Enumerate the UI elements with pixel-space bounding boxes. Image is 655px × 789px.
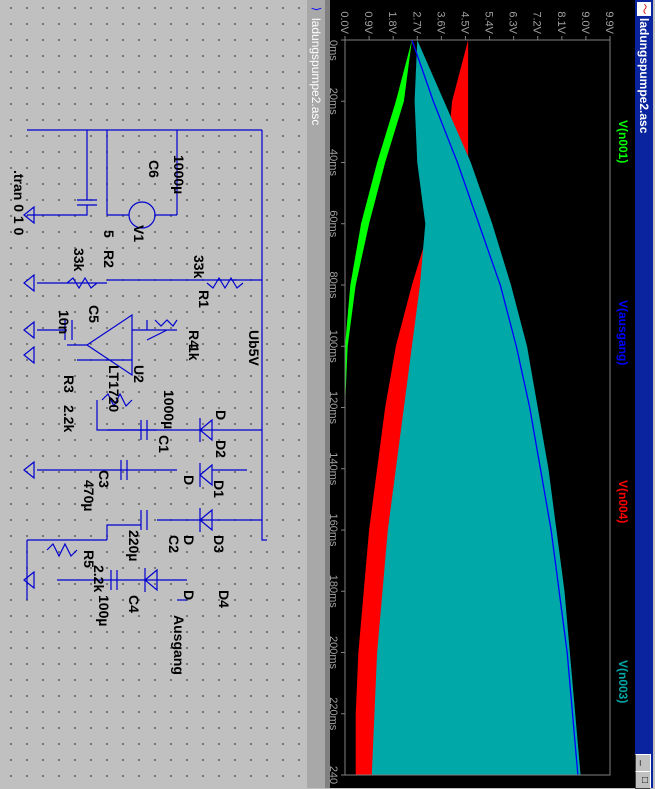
spice-directive-tran: .tran 0 1 0 xyxy=(11,170,27,236)
y-tick-label: 9.0V xyxy=(579,11,591,34)
label-v1-value: 5 xyxy=(101,230,117,238)
label-c4: C4 xyxy=(126,595,142,613)
y-tick-label: 1.8V xyxy=(386,11,398,34)
capacitor-c6-symbol xyxy=(77,199,97,206)
maximize-button[interactable]: □ xyxy=(635,771,651,789)
label-c6: C6 xyxy=(146,160,162,178)
window-divider xyxy=(325,0,330,788)
y-tick-label: 9.9V xyxy=(603,11,615,34)
label-r2: R2 xyxy=(101,250,117,268)
waveform-titlebar[interactable]: 〜 ladungspumpe2.asc _ □ xyxy=(635,0,653,789)
label-d4: D4 xyxy=(216,590,232,608)
y-tick-label: 7.2V xyxy=(531,11,543,34)
minimize-button[interactable]: _ xyxy=(635,754,651,772)
label-r4-value: 1k xyxy=(186,345,202,361)
label-c6-value: 1000µ xyxy=(171,155,187,195)
label-c2-value: 220µ xyxy=(126,530,142,562)
label-d3: D3 xyxy=(211,535,227,553)
schematic-titlebar[interactable]: ⟩ ladungspumpe2.asc xyxy=(307,0,325,788)
schematic-canvas[interactable]: C6 1000µ V1 5 33k R1 33k R2 R4 1k C5 10n… xyxy=(0,0,307,788)
label-u2: U2 xyxy=(131,365,147,383)
label-ub5v: Ub5V xyxy=(246,330,262,366)
y-tick-label: 2.7V xyxy=(410,11,422,34)
label-c1-value: 1000µ xyxy=(161,390,177,430)
ltspice-waveform-icon: 〜 xyxy=(637,2,651,16)
waveform-chart[interactable]: 0ms20ms40ms60ms80ms100ms120ms140ms160ms1… xyxy=(325,0,635,788)
waveform-window-title: ladungspumpe2.asc xyxy=(637,18,651,134)
y-tick-label: 0.0V xyxy=(338,11,350,34)
y-tick-label: 5.4V xyxy=(483,11,495,34)
label-r2-value: 33k xyxy=(71,248,87,272)
legend-vn003[interactable]: V(n003) xyxy=(616,660,630,703)
label-u2-value: LT1720 xyxy=(106,365,122,413)
label-r3-value: 2.2k xyxy=(61,405,77,433)
label-r1: R1 xyxy=(196,290,212,308)
label-d-top: D xyxy=(213,410,229,421)
schematic-window-title: ladungspumpe2.asc xyxy=(309,18,323,126)
label-d3-value: D xyxy=(181,535,197,546)
schematic-wires xyxy=(23,129,267,601)
y-tick-label: 4.5V xyxy=(458,11,470,34)
y-tick-label: 3.6V xyxy=(434,11,446,34)
screen: 〜 ladungspumpe2.asc _ □ 0ms 20ms 40ms 60ms 8… xyxy=(0,0,655,789)
label-c5: C5 xyxy=(86,305,102,323)
schematic-window: ⟩ ladungspumpe2.asc C6 1000µ V1 5 33k R1… xyxy=(0,0,325,788)
wire-top-rail xyxy=(27,129,267,541)
label-c2: C2 xyxy=(166,535,182,553)
label-c1: C1 xyxy=(156,435,172,453)
label-d4-value: D xyxy=(181,590,197,601)
label-v1: V1 xyxy=(131,225,147,243)
legend-vausgang[interactable]: V(ausgang) xyxy=(616,300,630,365)
label-r1-value: 33k xyxy=(191,255,207,279)
label-d2: D2 xyxy=(213,440,229,458)
waveform-plot-area[interactable]: 0ms 20ms 40ms 60ms 80ms 100ms 120ms 140ms 160ms 1… xyxy=(325,0,635,788)
label-c3: C3 xyxy=(96,470,112,488)
waveform-window: 〜 ladungspumpe2.asc _ □ 0ms 20ms 40ms 60ms 8… xyxy=(325,0,655,789)
label-c3-value: 470µ xyxy=(81,480,97,512)
label-c5-value: 10n xyxy=(56,310,72,335)
ltspice-schematic-icon: ⟩ xyxy=(310,6,322,12)
label-r5-value: 2.2k xyxy=(91,565,107,593)
y-tick-label: 8.1V xyxy=(555,11,567,34)
label-d1: D1 xyxy=(211,480,227,498)
label-ausgang: Ausgang xyxy=(171,615,187,675)
y-tick-label: 0.9V xyxy=(362,11,374,34)
legend-vn004[interactable]: V(n004) xyxy=(616,480,630,523)
label-c4-value: 100µ xyxy=(96,595,112,627)
label-d1-value: D xyxy=(181,475,197,486)
label-r3: R3 xyxy=(61,375,77,393)
legend-vn001[interactable]: V(n001) xyxy=(616,120,630,163)
y-tick-label: 6.3V xyxy=(507,11,519,34)
